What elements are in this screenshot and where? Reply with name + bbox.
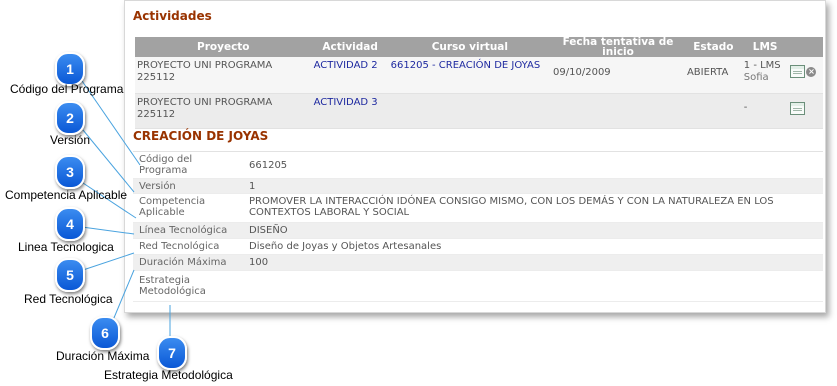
connector-2 [82,129,135,193]
callout-label-6: Duración Máxima [56,349,150,363]
callout-badge-3: 3 [55,155,85,189]
connector-4 [81,226,135,235]
callout-label-1: Código del Programa [10,82,124,96]
callout-label-5: Red Tecnológica [24,292,113,306]
callout-label-2: Versión [50,133,91,147]
callout-badge-1: 1 [55,52,85,86]
callout-badge-2: 2 [55,101,85,135]
callout-badge-5: 5 [55,258,85,292]
connector-5 [82,252,135,271]
callout-label-7: Estrategia Metodológica [104,368,233,382]
connector-6 [110,269,135,326]
callout-badge-6: 6 [90,316,120,350]
callout-label-3: Competencia Aplicable [5,188,128,202]
callout-badge-7: 7 [157,336,187,370]
callout-label-4: Linea Tecnologica [18,240,114,254]
callout-badge-4: 4 [55,207,85,241]
